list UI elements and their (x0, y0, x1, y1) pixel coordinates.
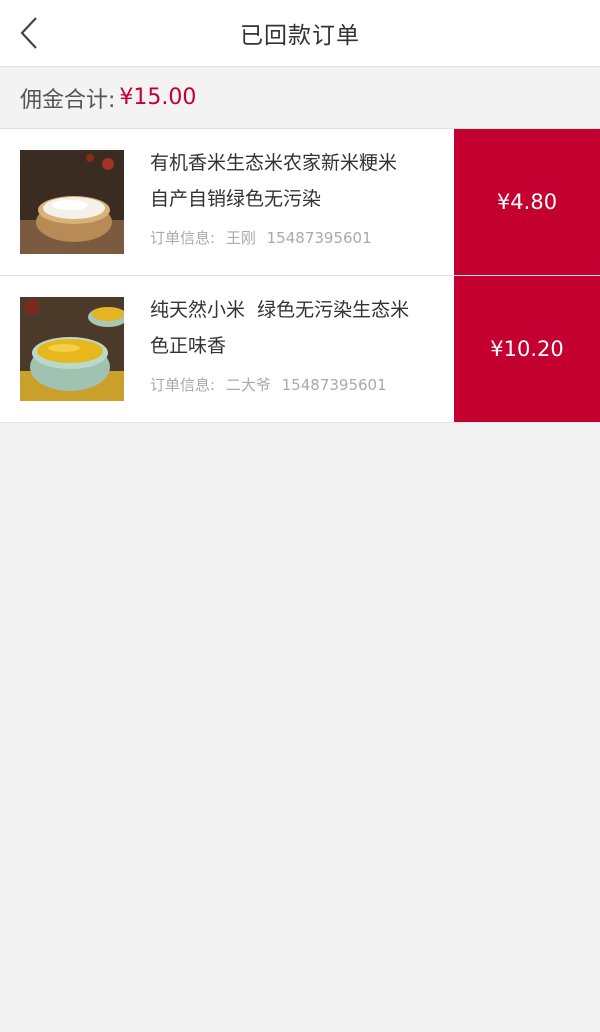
order-info: 纯天然小米 绿色无污染生态米 色正味香 订单信息: 二大爷 1548739560… (150, 292, 430, 395)
product-name: 纯天然小米 绿色无污染生态米 色正味香 (150, 292, 430, 364)
order-item[interactable]: 有机香米生态米农家新米粳米 自产自销绿色无污染 订单信息: 王刚 1548739… (0, 129, 600, 276)
product-image-rice (20, 150, 124, 254)
product-name-line1: 纯天然小米 绿色无污染生态米 (150, 299, 410, 321)
page-title: 已回款订单 (240, 23, 360, 49)
product-name: 有机香米生态米农家新米粳米 自产自销绿色无污染 (150, 145, 430, 217)
customer-phone: 15487395601 (266, 229, 372, 247)
commission-price: ¥4.80 (454, 129, 600, 275)
order-info-label: 订单信息: (150, 229, 216, 247)
commission-amount: ¥15.00 (119, 85, 197, 110)
product-image-millet (20, 297, 124, 401)
order-meta: 订单信息: 王刚 15487395601 (150, 227, 430, 248)
order-info: 有机香米生态米农家新米粳米 自产自销绿色无污染 订单信息: 王刚 1548739… (150, 145, 430, 248)
commission-summary: 佣金合计: ¥15.00 (0, 67, 600, 129)
product-name-line2: 自产自销绿色无污染 (150, 188, 322, 210)
order-info-label: 订单信息: (150, 376, 216, 394)
back-button[interactable] (14, 13, 44, 53)
customer-phone: 15487395601 (281, 376, 387, 394)
top-bar: 已回款订单 (0, 0, 600, 67)
order-list: 有机香米生态米农家新米粳米 自产自销绿色无污染 订单信息: 王刚 1548739… (0, 129, 600, 423)
chevron-left-icon (20, 17, 37, 49)
customer-name: 王刚 (225, 229, 256, 247)
commission-label: 佣金合计: (20, 87, 116, 113)
product-name-line2: 色正味香 (150, 335, 227, 357)
commission-price: ¥10.20 (454, 276, 600, 422)
order-meta: 订单信息: 二大爷 15487395601 (150, 374, 430, 395)
order-item[interactable]: 纯天然小米 绿色无污染生态米 色正味香 订单信息: 二大爷 1548739560… (0, 276, 600, 423)
customer-name: 二大爷 (225, 376, 271, 394)
product-name-line1: 有机香米生态米农家新米粳米 (150, 152, 398, 174)
